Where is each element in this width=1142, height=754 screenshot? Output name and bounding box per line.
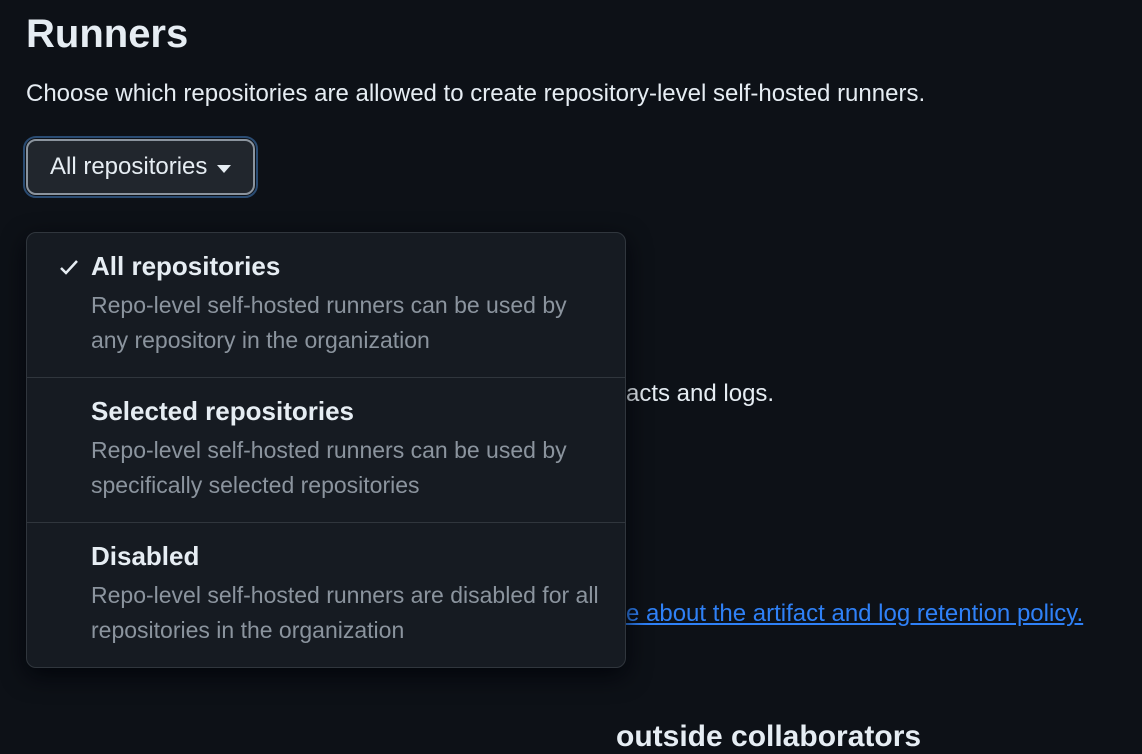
dropdown-item-disabled[interactable]: Disabled Repo-level self-hosted runners … [27, 522, 625, 667]
background-heading-fork: outside collaborators [616, 720, 921, 754]
caret-down-icon [217, 165, 231, 173]
repository-scope-select[interactable]: All repositories [26, 139, 255, 195]
dropdown-item-desc: Repo-level self-hosted runners can be us… [91, 288, 605, 357]
retention-policy-link[interactable]: e about the artifact and log retention p… [626, 600, 1083, 628]
section-description: Choose which repositories are allowed to… [26, 77, 1116, 111]
dropdown-item-desc: Repo-level self-hosted runners can be us… [91, 433, 605, 502]
dropdown-item-selected-repositories[interactable]: Selected repositories Repo-level self-ho… [27, 377, 625, 522]
dropdown-item-desc: Repo-level self-hosted runners are disab… [91, 578, 605, 647]
repository-scope-dropdown: All repositories Repo-level self-hosted … [26, 232, 626, 668]
dropdown-item-title: Disabled [91, 541, 605, 572]
dropdown-item-all-repositories[interactable]: All repositories Repo-level self-hosted … [27, 233, 625, 377]
dropdown-item-title: Selected repositories [91, 396, 605, 427]
check-icon [57, 255, 81, 279]
background-text-artifacts: acts and logs. [626, 380, 774, 408]
dropdown-item-title: All repositories [91, 251, 605, 282]
section-heading: Runners [26, 12, 1116, 57]
select-label: All repositories [50, 153, 207, 181]
